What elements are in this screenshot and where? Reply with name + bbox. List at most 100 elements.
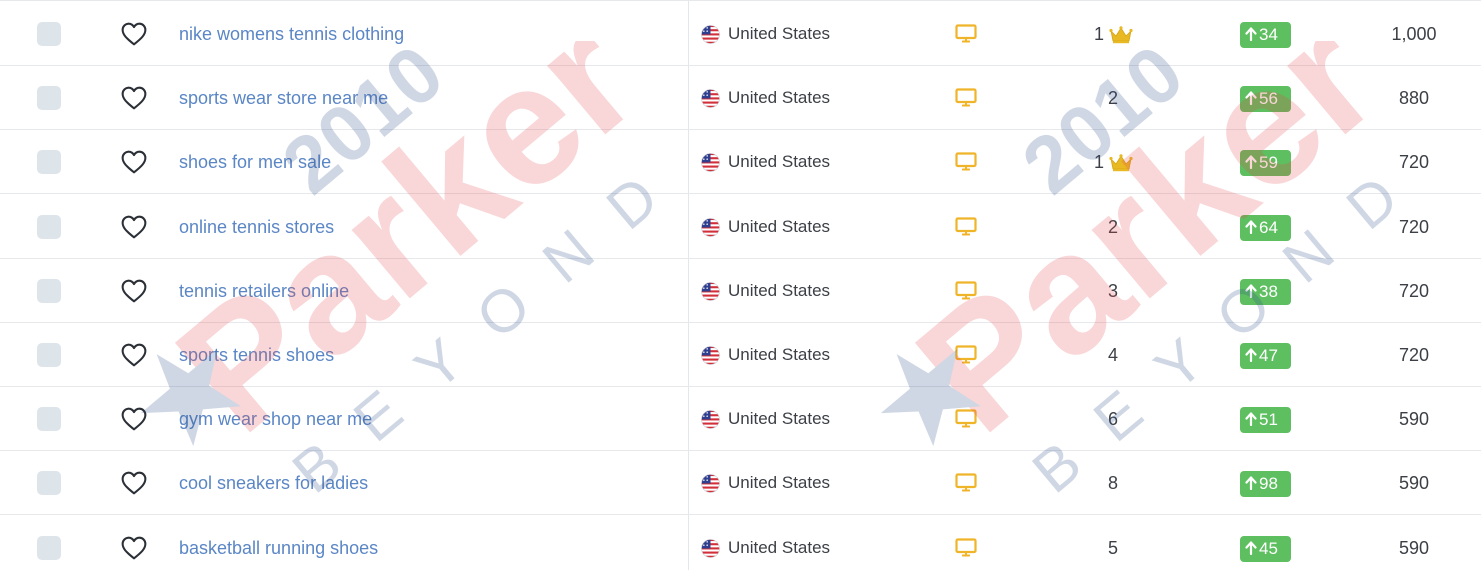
us-flag-icon bbox=[701, 89, 720, 108]
crown-icon bbox=[1109, 26, 1133, 44]
search-volume: 1,000 bbox=[1391, 24, 1437, 44]
keyword-link[interactable]: basketball running shoes bbox=[179, 536, 378, 560]
rank-change-value: 34 bbox=[1259, 25, 1278, 44]
keyword-link[interactable]: gym wear shop near me bbox=[179, 407, 372, 431]
desktop-icon bbox=[955, 345, 977, 364]
search-volume: 590 bbox=[1398, 409, 1430, 429]
heart-icon[interactable] bbox=[121, 471, 147, 495]
rank-change-badge: 47 bbox=[1240, 343, 1291, 369]
rank-change-value: 59 bbox=[1259, 153, 1278, 172]
row-checkbox[interactable] bbox=[37, 343, 61, 367]
rank-change-badge: 34 bbox=[1240, 22, 1291, 48]
table-row: basketball running shoes United States 5… bbox=[0, 516, 1481, 570]
arrow-up-icon bbox=[1245, 220, 1257, 234]
rank-change-value: 64 bbox=[1259, 218, 1278, 237]
row-checkbox[interactable] bbox=[37, 536, 61, 560]
table-row: cool sneakers for ladies United States 8… bbox=[0, 451, 1481, 515]
keyword-link[interactable]: online tennis stores bbox=[179, 215, 334, 239]
keyword-link[interactable]: nike womens tennis clothing bbox=[179, 22, 404, 46]
rank-change-value: 47 bbox=[1259, 346, 1278, 365]
row-checkbox[interactable] bbox=[37, 471, 61, 495]
row-checkbox[interactable] bbox=[37, 407, 61, 431]
keyword-link[interactable]: shoes for men sale bbox=[179, 150, 331, 174]
us-flag-icon bbox=[701, 539, 720, 558]
heart-icon[interactable] bbox=[121, 343, 147, 367]
row-checkbox[interactable] bbox=[37, 150, 61, 174]
search-volume: 720 bbox=[1398, 152, 1430, 172]
keyword-link[interactable]: sports wear store near me bbox=[179, 86, 388, 110]
rank-position: 5 bbox=[1107, 538, 1118, 558]
arrow-up-icon bbox=[1245, 27, 1257, 41]
search-volume: 880 bbox=[1398, 88, 1430, 108]
us-flag-icon bbox=[701, 218, 720, 237]
desktop-icon bbox=[955, 409, 977, 428]
rank-change-badge: 51 bbox=[1240, 407, 1291, 433]
row-checkbox[interactable] bbox=[37, 215, 61, 239]
row-checkbox[interactable] bbox=[37, 279, 61, 303]
arrow-up-icon bbox=[1245, 91, 1257, 105]
rank-change-badge: 64 bbox=[1240, 215, 1291, 241]
desktop-icon bbox=[955, 24, 977, 43]
crown-icon bbox=[1109, 154, 1133, 172]
keyword-link[interactable]: tennis retailers online bbox=[179, 279, 349, 303]
rank-position: 8 bbox=[1107, 473, 1118, 493]
rank-position: 3 bbox=[1107, 281, 1118, 301]
country-label: United States bbox=[728, 345, 831, 364]
arrow-up-icon bbox=[1245, 284, 1257, 298]
table-row: sports tennis shoes United States 4 47 7… bbox=[0, 323, 1481, 387]
row-checkbox[interactable] bbox=[37, 22, 61, 46]
arrow-up-icon bbox=[1245, 155, 1257, 169]
country-label: United States bbox=[728, 24, 831, 43]
row-checkbox[interactable] bbox=[37, 86, 61, 110]
heart-icon[interactable] bbox=[121, 279, 147, 303]
country-label: United States bbox=[728, 152, 831, 171]
rank-change-value: 45 bbox=[1259, 539, 1278, 558]
rank-change-badge: 45 bbox=[1240, 536, 1291, 562]
desktop-icon bbox=[955, 217, 977, 236]
heart-icon[interactable] bbox=[121, 215, 147, 239]
country-label: United States bbox=[728, 473, 831, 492]
us-flag-icon bbox=[701, 153, 720, 172]
heart-icon[interactable] bbox=[121, 536, 147, 560]
table-row: online tennis stores United States 2 64 … bbox=[0, 195, 1481, 259]
rank-change-value: 56 bbox=[1259, 89, 1278, 108]
desktop-icon bbox=[955, 473, 977, 492]
us-flag-icon bbox=[701, 474, 720, 493]
country-label: United States bbox=[728, 217, 831, 236]
rank-change-badge: 38 bbox=[1240, 279, 1291, 305]
heart-icon[interactable] bbox=[121, 407, 147, 431]
rank-change-value: 38 bbox=[1259, 282, 1278, 301]
rank-position: 2 bbox=[1107, 217, 1118, 237]
search-volume: 720 bbox=[1398, 345, 1430, 365]
rank-position: 1 bbox=[1094, 152, 1105, 172]
table-row: sports wear store near me United States bbox=[0, 66, 1481, 130]
search-volume: 590 bbox=[1398, 473, 1430, 493]
rank-position: 1 bbox=[1094, 24, 1105, 44]
country-label: United States bbox=[728, 409, 831, 428]
keyword-table: nike womens tennis clothing United State… bbox=[0, 0, 1481, 570]
arrow-up-icon bbox=[1245, 476, 1257, 490]
keyword-link[interactable]: sports tennis shoes bbox=[179, 343, 334, 367]
us-flag-icon bbox=[701, 410, 720, 429]
rank-change-badge: 56 bbox=[1240, 86, 1291, 112]
table-row: shoes for men sale United States 1 59 72… bbox=[0, 130, 1481, 194]
rank-position: 4 bbox=[1107, 345, 1118, 365]
search-volume: 720 bbox=[1398, 281, 1430, 301]
search-volume: 590 bbox=[1398, 538, 1430, 558]
arrow-up-icon bbox=[1245, 412, 1257, 426]
us-flag-icon bbox=[701, 282, 720, 301]
rank-change-badge: 59 bbox=[1240, 150, 1291, 176]
keyword-link[interactable]: cool sneakers for ladies bbox=[179, 471, 368, 495]
heart-icon[interactable] bbox=[121, 150, 147, 174]
desktop-icon bbox=[955, 281, 977, 300]
us-flag-icon bbox=[701, 346, 720, 365]
arrow-up-icon bbox=[1245, 541, 1257, 555]
heart-icon[interactable] bbox=[121, 86, 147, 110]
country-label: United States bbox=[728, 538, 831, 557]
search-volume: 720 bbox=[1398, 217, 1430, 237]
rank-position: 2 bbox=[1107, 88, 1118, 108]
heart-icon[interactable] bbox=[121, 22, 147, 46]
desktop-icon bbox=[955, 152, 977, 171]
us-flag-icon bbox=[701, 25, 720, 44]
desktop-icon bbox=[955, 538, 977, 557]
